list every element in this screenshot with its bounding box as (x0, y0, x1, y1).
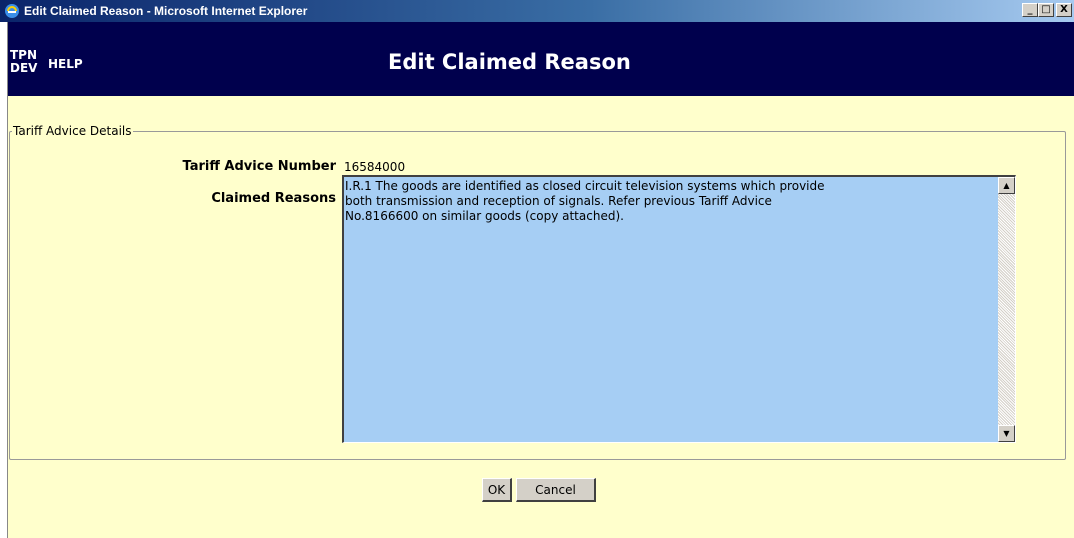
window-title: Edit Claimed Reason - Microsoft Internet… (24, 4, 308, 18)
help-link[interactable]: HELP (48, 57, 83, 71)
close-button[interactable]: X (1056, 3, 1072, 17)
tariff-advice-number-label: Tariff Advice Number (182, 159, 336, 174)
internet-explorer-icon (4, 3, 20, 19)
claimed-reasons-label: Claimed Reasons (211, 191, 336, 206)
window-controls: _ □ X (1022, 3, 1072, 17)
scroll-up-arrow-icon[interactable]: ▲ (998, 177, 1015, 194)
app-header: TPN DEV HELP Edit Claimed Reason (8, 22, 1074, 96)
maximize-button[interactable]: □ (1038, 3, 1054, 17)
window-title-bar[interactable]: Edit Claimed Reason - Microsoft Internet… (0, 0, 1074, 22)
claimed-reasons-textarea[interactable]: I.R.1 The goods are identified as closed… (342, 175, 1016, 443)
fieldset-legend: Tariff Advice Details (13, 124, 132, 138)
scroll-down-arrow-icon[interactable]: ▼ (998, 425, 1015, 442)
textarea-scrollbar[interactable]: ▲ ▼ (998, 177, 1015, 442)
ok-button[interactable]: OK (482, 478, 512, 502)
cancel-button[interactable]: Cancel (516, 478, 596, 502)
environment-label: TPN DEV (10, 48, 38, 75)
claimed-reasons-text[interactable]: I.R.1 The goods are identified as closed… (345, 179, 995, 224)
page-title: Edit Claimed Reason (388, 50, 631, 74)
tariff-advice-number-value: 16584000 (344, 160, 406, 174)
window-left-edge (0, 22, 8, 538)
minimize-button[interactable]: _ (1022, 3, 1038, 17)
content-area: Tariff Advice Details Tariff Advice Numb… (8, 96, 1074, 538)
